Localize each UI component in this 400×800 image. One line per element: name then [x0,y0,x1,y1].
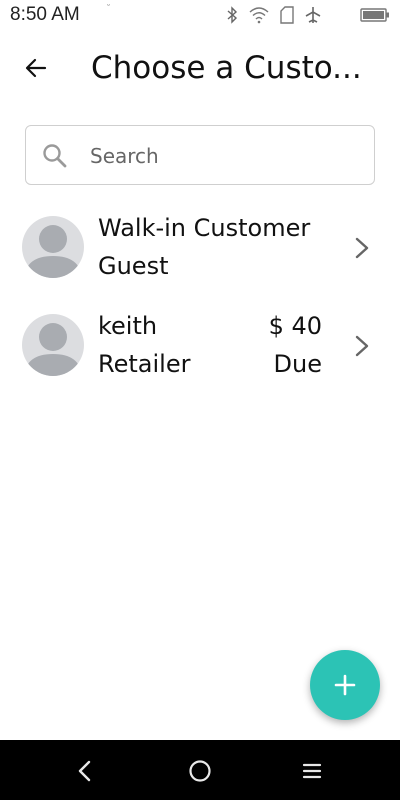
bluetooth-icon [227,6,238,24]
notification-dot-icon: ˘ [106,4,111,15]
nav-menu-button[interactable] [299,758,325,784]
customer-type: Guest [98,252,169,280]
customer-balance-status: Due [273,350,322,378]
back-triangle-icon [78,760,91,782]
arrow-back-icon [25,58,47,78]
customer-type: Retailer [98,350,191,378]
battery-icon [360,8,389,22]
avatar [22,216,84,278]
page-title: Choose a Custo... [91,50,362,86]
chevron-right-icon [355,237,369,259]
search-input[interactable] [90,140,360,172]
avatar [22,314,84,376]
status-time: 8:50 AM [10,4,80,25]
sim-card-icon [280,6,294,24]
app-bar: Choose a Custo... [0,40,400,96]
customer-list-item-walk-in[interactable]: Walk-in Customer Guest [0,200,400,290]
customer-name: Walk-in Customer [98,214,311,242]
person-icon [24,225,82,278]
customer-balance-amount: $ 40 [268,312,322,340]
person-icon [24,323,82,376]
system-nav-bar [0,740,400,800]
wifi-icon [249,7,269,24]
customer-list-item-keith[interactable]: keith Retailer $ 40 Due [0,298,400,388]
add-customer-button[interactable] [310,650,380,720]
menu-icon [302,763,322,779]
status-bar: 8:50 AM ˘ [0,0,400,32]
nav-back-button[interactable] [72,758,98,784]
search-box[interactable] [25,125,375,185]
airplane-icon [305,7,321,23]
status-icons [226,6,390,24]
chevron-right-icon [355,335,369,357]
home-circle-icon [189,760,211,782]
back-button[interactable] [18,50,54,86]
plus-icon [334,674,356,696]
nav-home-button[interactable] [187,758,213,784]
customer-name: keith [98,312,158,340]
search-icon [43,144,67,168]
